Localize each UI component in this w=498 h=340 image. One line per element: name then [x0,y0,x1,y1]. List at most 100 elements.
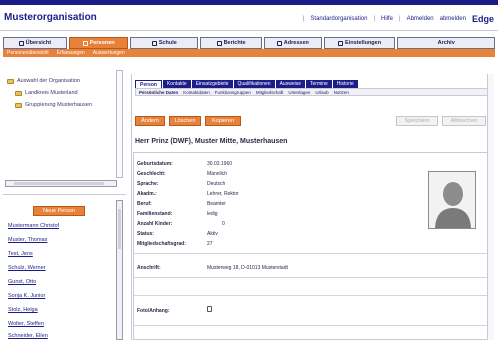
divider [134,277,489,278]
signoff-link[interactable]: abmelden [440,16,466,22]
person-title: Herr Prinz (DWF), Muster Mitte, Musterha… [135,138,288,145]
home-icon [18,40,24,46]
tab-areas[interactable]: Einsatzgebiete [191,80,233,88]
tree-horizontal-scrollbar[interactable] [5,180,117,187]
divider [134,325,489,326]
scrollbar-thumb[interactable] [14,182,104,185]
address-label: Anschrift: [137,265,161,271]
divider [134,295,489,296]
section-contact[interactable]: Kontaktdaten [183,90,210,95]
app-title: Musterorganisation [4,12,97,23]
tab-person[interactable]: Person [135,80,162,88]
nav-tab-reports[interactable]: Berichte [200,37,262,49]
section-notes[interactable]: Notizen [334,90,349,95]
tab-history[interactable]: Historie [332,80,358,88]
person-list-item[interactable]: Wolter, Steffen [8,321,44,327]
separator: | [373,16,376,22]
field-label: Geburtsdatum: [137,161,173,167]
person-list-item[interactable]: Gunst, Otto [8,279,36,285]
person-list-item[interactable]: Stolz, Helga [8,307,38,313]
avatar-silhouette-icon [429,172,475,228]
person-icon [82,40,88,46]
address-icon [276,40,282,46]
tab-dates[interactable]: Termine [306,80,332,88]
new-person-button[interactable]: Neue Person [33,206,85,216]
section-membership[interactable]: Mitgliedschaft [256,90,284,95]
field-label: Sprache: [137,181,159,187]
main-nav: Übersicht Personen Schule Berichte Adres… [3,37,496,49]
person-list-item[interactable]: Mustermann Christof [8,223,59,229]
field-value: Lehrer, Rektor [207,191,239,197]
delete-button[interactable]: Löschen [169,116,201,126]
edit-button[interactable]: Ändern [135,116,165,126]
field-label: Anzahl Kinder: [137,221,173,227]
logout-link[interactable]: Abmelden [407,16,434,22]
section-personal[interactable]: Persönliche Daten [139,90,178,95]
tab-ids[interactable]: Ausweise [275,80,305,88]
nav-tab-school[interactable]: Schule [130,37,199,49]
field-value: 30.03.1960 [207,161,233,167]
section-documents[interactable]: Unterlagen [288,90,310,95]
person-list-item[interactable]: Schulz, Werner [8,265,46,271]
sidebar-divider [3,194,126,195]
tree-item-district[interactable]: Landkreis Musterland [15,90,78,96]
cancel-button[interactable]: Abbrechen [442,116,486,126]
divider [134,253,489,254]
folder-icon [15,90,22,96]
tree-item-org[interactable]: Auswahl der Organisation [7,78,80,84]
nav-tab-overview[interactable]: Übersicht [3,37,67,49]
sidebar: Auswahl der Organisation Landkreis Muste… [3,70,126,340]
subnav-item-reports[interactable]: Auswertungen [93,50,125,56]
field-value: 27 [207,241,213,247]
nav-tab-persons[interactable]: Personen [68,37,129,49]
field-label: Geschlecht: [137,171,166,177]
subnav-item-entries[interactable]: Erfassungen [57,50,85,56]
field-value: 0 [222,221,225,227]
field-label: Status: [137,231,154,237]
separator: | [399,16,401,22]
detail-tabs: Person Kontakte Einsatzgebiete Qualifika… [135,80,358,88]
field-value: ledig [207,211,218,217]
main-scrollbar[interactable] [487,74,494,340]
school-icon [151,40,157,46]
section-function[interactable]: Funktionsgruppen [215,90,251,95]
top-links: | Standardorganisation | Hilfe | Abmelde… [303,14,494,24]
person-list-item[interactable]: Muster, Thomas [8,237,47,243]
scrollbar-thumb[interactable] [118,209,121,249]
nav-tab-addresses[interactable]: Adressen [263,37,322,49]
org-link[interactable]: Standardorganisation [310,16,367,22]
field-value: Männlich [207,171,228,177]
tab-contacts[interactable]: Kontakte [162,80,191,88]
attachment-label: Foto/Anhang: [137,308,170,314]
person-list-item[interactable]: Schneider, Ellen [8,333,48,339]
attachment-icon[interactable] [207,306,212,312]
field-label: Akadm.: [137,191,157,197]
app-header: Musterorganisation | Standardorganisatio… [0,5,498,31]
person-list-item[interactable]: Sonja K. Junior [8,293,45,299]
tree-item-group[interactable]: Gruppierung Musterhausen [15,102,92,108]
field-label: Familienstand: [137,211,173,217]
section-vacation[interactable]: Urlaub [315,90,328,95]
person-list-scrollbar[interactable] [116,200,123,340]
report-icon [216,40,222,46]
folder-icon [15,102,22,108]
address-value: Musterweg 18, D-01013 Musterstadt [207,265,288,271]
field-label: Beruf: [137,201,152,207]
field-value: Deutsch [207,181,226,187]
field-value: Beamter [207,201,226,207]
main-content: Person Kontakte Einsatzgebiete Qualifika… [131,74,493,340]
person-list-item[interactable]: Test, Jens [8,251,33,257]
tab-qualifications[interactable]: Qualifikationen [233,80,275,88]
separator: | [302,16,305,22]
folder-icon [7,78,14,84]
save-button[interactable]: Speichern [396,116,438,126]
field-value: Aktiv [207,231,218,237]
help-link[interactable]: Hilfe [381,16,393,22]
section-strip: Persönliche Daten Kontaktdaten Funktions… [135,88,490,96]
tree-scrollbar[interactable] [116,70,123,178]
copy-button[interactable]: Kopieren [205,116,241,126]
nav-tab-archive[interactable]: Archiv [397,37,496,49]
nav-tab-settings[interactable]: Einstellungen [323,37,396,49]
subnav-item-overview[interactable]: Personenübersicht [7,50,49,56]
sub-nav: Personenübersicht Erfassungen Auswertung… [3,49,495,57]
